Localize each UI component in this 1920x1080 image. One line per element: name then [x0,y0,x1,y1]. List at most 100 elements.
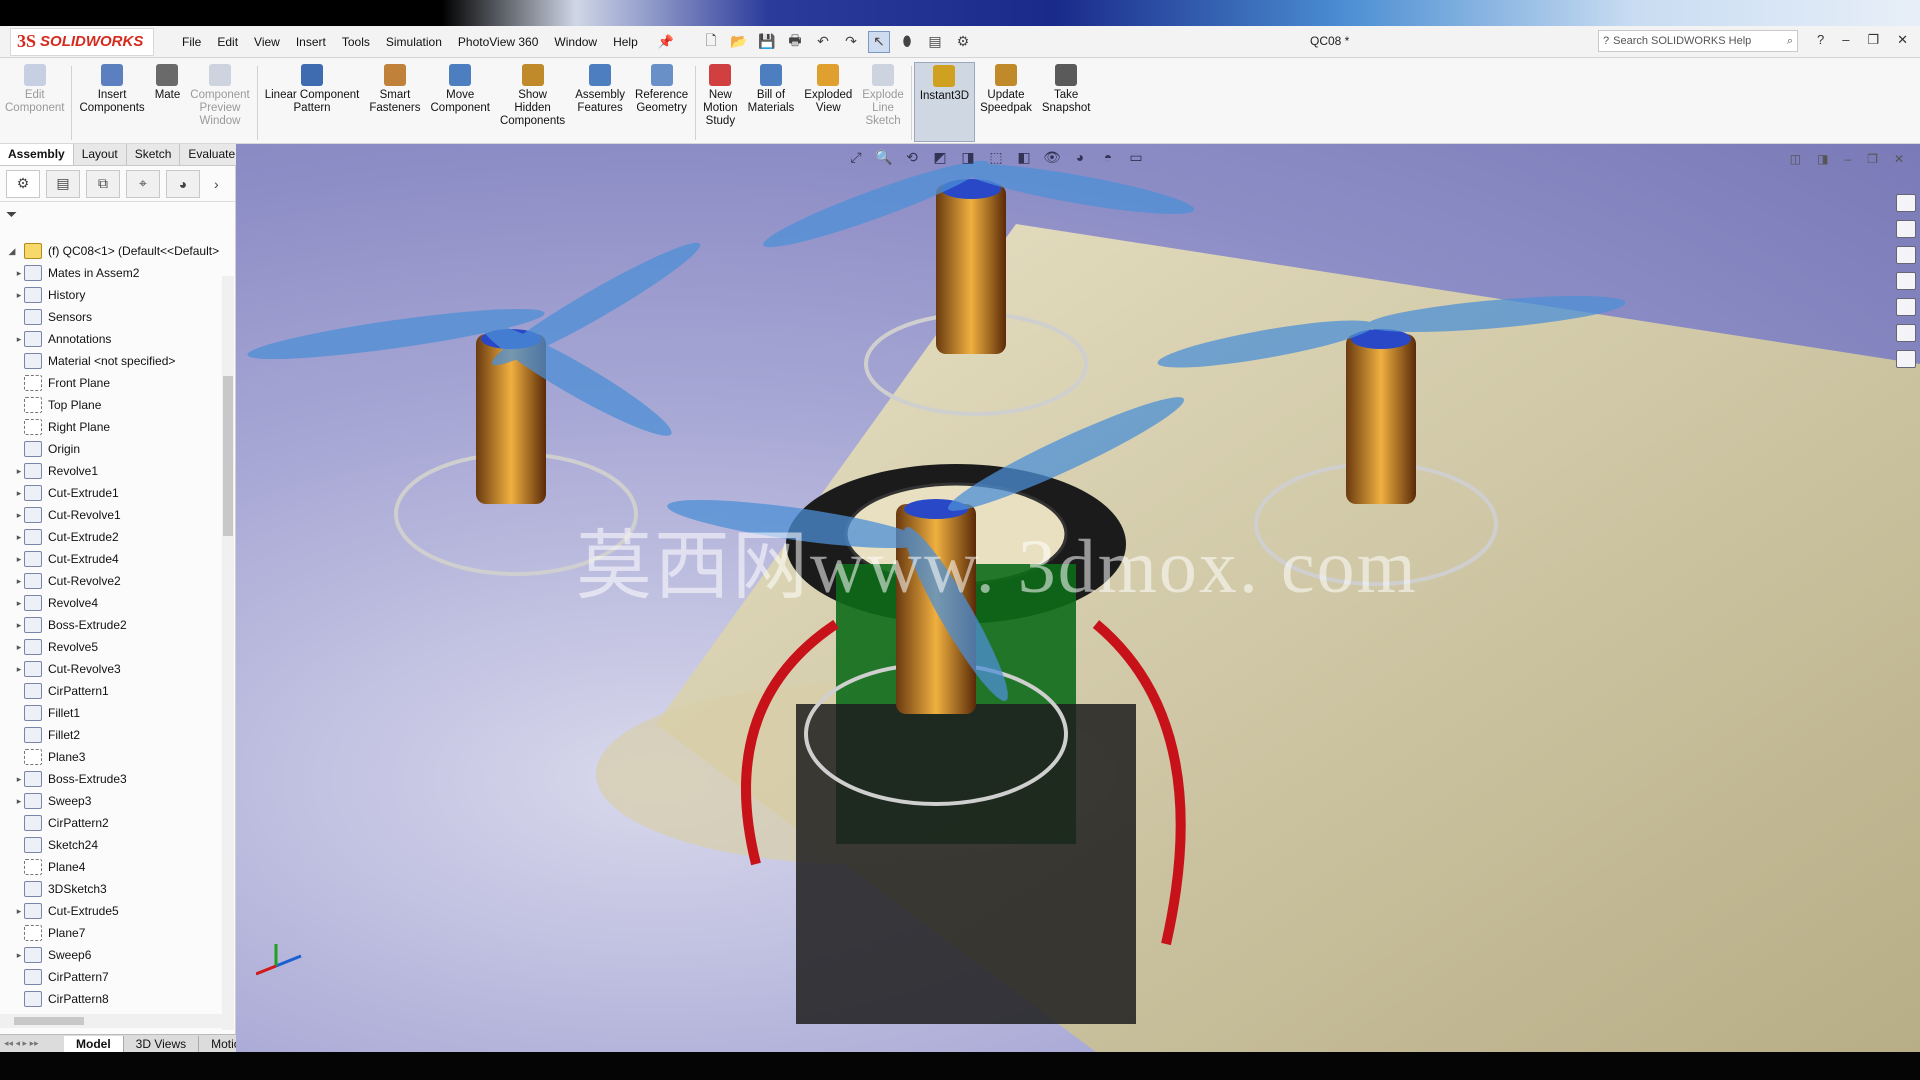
zoom-to-fit-icon[interactable]: ⤢ [846,148,866,166]
linear-component-pattern-button[interactable]: Linear Component Pattern [260,62,365,115]
save-icon[interactable]: 💾 [756,31,778,53]
expand-icon[interactable]: ▸ [0,510,24,521]
open-icon[interactable]: 📂 [728,31,750,53]
expand-icon[interactable]: ▸ [0,796,24,807]
menu-edit[interactable]: Edit [217,35,238,49]
expand-icon[interactable]: ▸ [0,554,24,565]
tree-hscrollbar-thumb[interactable] [14,1017,84,1025]
expand-icon[interactable]: ▸ [0,576,24,587]
help-menu-icon[interactable]: ? [1817,32,1824,48]
previous-view-icon[interactable]: ⟲ [902,148,922,166]
model-tab-3d-views[interactable]: 3D Views [124,1035,200,1052]
tree-item[interactable]: Fillet1 [0,702,222,724]
home-icon[interactable] [1896,194,1916,212]
edit-appearance-icon[interactable]: ◕ [1070,148,1090,166]
tree-item[interactable]: ▸ Revolve1 [0,460,222,482]
filter-icon[interactable]: ⏷ [0,202,235,226]
tab-sketch[interactable]: Sketch [127,144,181,165]
model-tab-model[interactable]: Model [64,1035,124,1052]
tree-item[interactable]: ▸ Sweep3 [0,790,222,812]
print-icon[interactable]: 🖶 [784,31,806,53]
file-properties-icon[interactable]: ▤ [924,31,946,53]
menu-help[interactable]: Help [613,35,638,49]
pin-icon[interactable]: 📌 [658,34,674,50]
design-library-icon[interactable] [1896,220,1916,238]
dynamic-annotation-icon[interactable]: ◨ [958,148,978,166]
appearances-icon[interactable] [1896,298,1916,316]
hide-show-icon[interactable]: 👁 [1042,148,1062,166]
display-style-icon[interactable]: ◧ [1014,148,1034,166]
tree-item[interactable]: ▸ History [0,284,222,306]
configuration-tab-icon[interactable]: ⧉ [86,169,120,198]
menu-window[interactable]: Window [554,35,597,49]
tree-item[interactable]: ▸ Cut-Extrude5 [0,900,222,922]
tree-item[interactable]: ▸ Cut-Extrude2 [0,526,222,548]
update-speedpak-button[interactable]: Update Speedpak [975,62,1037,115]
view-settings-icon[interactable]: ▭ [1126,148,1146,166]
zoom-to-area-icon[interactable]: 🔍 [874,148,894,166]
expand-icon[interactable]: ▸ [0,488,24,499]
property-manager-tab-icon[interactable]: ▤ [46,169,80,198]
custom-properties-icon[interactable] [1896,324,1916,342]
help-search[interactable]: ? Search SOLIDWORKS Help ⌕ [1598,30,1798,52]
tree-item[interactable]: ▸ Cut-Revolve1 [0,504,222,526]
menu-view[interactable]: View [254,35,280,49]
tree-item[interactable]: ▸ Revolve4 [0,592,222,614]
viewport-minimize-icon[interactable]: – [1844,152,1851,166]
tree-item[interactable]: Origin [0,438,222,460]
menu-file[interactable]: File [182,35,201,49]
feature-tree-tab-icon[interactable]: ⚙ [6,169,40,198]
tree-item[interactable]: ▸ Boss-Extrude2 [0,614,222,636]
tree-item[interactable]: Plane4 [0,856,222,878]
menu-simulation[interactable]: Simulation [386,35,442,49]
tree-item[interactable]: CirPattern7 [0,966,222,988]
tree-item[interactable]: Right Plane [0,416,222,438]
tree-hscrollbar[interactable] [0,1014,222,1028]
expand-icon[interactable]: ▸ [0,642,24,653]
tile-view-icon[interactable]: ◨ [1817,152,1828,166]
expand-icon[interactable]: ▸ [0,774,24,785]
tree-item[interactable]: ▸ Sweep6 [0,944,222,966]
tree-item[interactable]: Material <not specified> [0,350,222,372]
exploded-view-button[interactable]: Exploded View [799,62,857,115]
show-hidden-components-button[interactable]: Show Hidden Components [495,62,570,128]
apply-scene-icon[interactable]: ◓ [1098,148,1118,166]
forum-icon[interactable] [1896,350,1916,368]
expand-icon[interactable]: ▸ [0,466,24,477]
tree-item[interactable]: ▸ Cut-Extrude4 [0,548,222,570]
dimxpert-tab-icon[interactable]: ⌖ [126,169,160,198]
tree-item[interactable]: Sensors [0,306,222,328]
tree-item[interactable]: ▸ Boss-Extrude3 [0,768,222,790]
tree-item[interactable]: CirPattern2 [0,812,222,834]
tab-evaluate[interactable]: Evaluate [180,144,245,165]
viewport-restore-icon[interactable]: ❐ [1867,152,1878,166]
tree-item[interactable]: ▸ Cut-Revolve3 [0,658,222,680]
view-palette-icon[interactable] [1896,272,1916,290]
reference-geometry-button[interactable]: Reference Geometry [630,62,693,115]
tree-item[interactable]: Fillet2 [0,724,222,746]
expand-icon[interactable]: ▸ [0,532,24,543]
expand-icon[interactable]: ▸ [0,906,24,917]
minimize-icon[interactable]: – [1842,32,1849,48]
tree-item[interactable]: ▸ Mates in Assem2 [0,262,222,284]
move-component-button[interactable]: Move Component [426,62,495,115]
expand-icon[interactable]: ▸ [0,620,24,631]
tree-item[interactable]: CirPattern8 [0,988,222,1010]
search-icon[interactable]: ⌕ [1787,35,1797,48]
tree-item[interactable]: Plane3 [0,746,222,768]
tree-item[interactable]: Plane7 [0,922,222,944]
new-motion-study-button[interactable]: New Motion Study [698,62,743,128]
tree-item[interactable]: Front Plane [0,372,222,394]
solidworks-logo[interactable]: 3S SOLIDWORKS [10,27,154,56]
undo-icon[interactable]: ↶ [812,31,834,53]
tree-item[interactable]: CirPattern1 [0,680,222,702]
tab-layout[interactable]: Layout [74,144,127,165]
restore-icon[interactable]: ❐ [1867,32,1879,48]
tab-nav-icon[interactable]: ◂◂ ◂ ▸ ▸▸ [0,1038,64,1049]
tree-root[interactable]: ◢ (f) QC08<1> (Default<<Default> [0,240,222,262]
expand-icon[interactable]: ▸ [0,664,24,675]
tree-item[interactable]: Top Plane [0,394,222,416]
expand-icon[interactable]: ▸ [0,268,24,279]
smart-fasteners-button[interactable]: Smart Fasteners [364,62,425,115]
close-icon[interactable]: ✕ [1897,32,1908,48]
